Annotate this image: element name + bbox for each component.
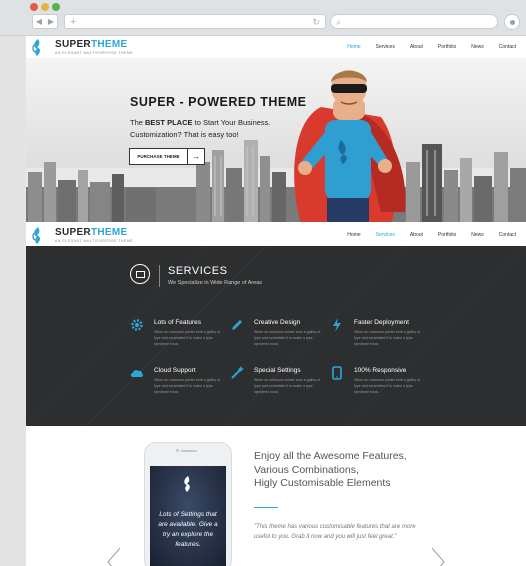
search-bar[interactable]: ⌕ [330, 14, 498, 29]
top-navbar: SUPERTHEME AN ELEGANT MULTIPURPOSE THEME… [26, 36, 526, 58]
services-subtitle: We Specialize in Wide Range of Areas [168, 280, 263, 286]
close-window-button[interactable] [30, 3, 38, 11]
showcase-quote: "This theme has various customisable fea… [254, 524, 416, 540]
logo-text[interactable]: SUPERTHEME [55, 227, 127, 238]
phone-camera [176, 449, 179, 452]
back-arrow-icon[interactable]: ◀ [36, 17, 42, 26]
superhero-kid-image [294, 70, 406, 222]
download-icon[interactable] [504, 14, 520, 30]
logo-icon [184, 476, 190, 492]
feature-description: When an unknown printer took a galley of… [154, 378, 221, 394]
feature-title: Special Settings [254, 367, 301, 374]
main-menu: Home Services About Portfolio News Conta… [332, 42, 516, 52]
purchase-theme-button[interactable]: PURCHASE THEME → [129, 148, 205, 165]
phone-mockup: Lots of Settings that are available. Giv… [144, 442, 232, 566]
cloud-icon [130, 369, 144, 377]
search-icon: ⌕ [336, 17, 342, 27]
arrow-right-icon: → [192, 152, 200, 161]
browser-window: ◀ ▶ + ↻ ⌕ SUPERTHEME AN ELEGANT MULTIPUR… [0, 0, 526, 566]
tablet-icon [332, 366, 342, 380]
history-buttons: ◀ ▶ [32, 14, 58, 29]
feature-description: When an unknown printer took a galley of… [354, 378, 421, 394]
phone-screen: Lots of Settings that are available. Giv… [150, 466, 226, 566]
city-skyline-image [26, 140, 526, 222]
hero-section: SUPER - POWERED THEME The BEST PLACE to … [26, 58, 526, 222]
menu-item-news[interactable]: News [471, 42, 484, 52]
services-section: SERVICES We Specialize in Wide Range of … [26, 246, 526, 426]
menu-item-home[interactable]: Home [347, 42, 360, 52]
phone-speaker [181, 450, 197, 452]
showcase-title: Enjoy all the Awesome Features, Various … [254, 450, 407, 489]
browser-side-shadow [0, 36, 26, 566]
address-bar[interactable]: + ↻ [64, 14, 326, 29]
feature-title: Lots of Features [154, 319, 201, 326]
accent-divider [254, 507, 278, 508]
forward-arrow-icon[interactable]: ▶ [48, 17, 54, 26]
gear-icon [131, 319, 143, 331]
menu-item-about[interactable]: About [410, 230, 423, 240]
window-controls [30, 3, 60, 11]
title-divider [159, 265, 160, 287]
browser-window-icon [130, 264, 150, 284]
feature-title: Faster Deployment [354, 319, 409, 326]
reload-icon[interactable]: ↻ [312, 15, 320, 29]
phone-screen-text: Lots of Settings that are available. Giv… [158, 511, 218, 548]
chevron-left-icon[interactable] [106, 547, 122, 566]
logo-text[interactable]: SUPERTHEME [55, 39, 127, 50]
website-viewport: SUPERTHEME AN ELEGANT MULTIPURPOSE THEME… [26, 36, 526, 566]
services-title: SERVICES [168, 265, 228, 277]
menu-item-contact[interactable]: Contact [499, 230, 516, 240]
maximize-window-button[interactable] [52, 3, 60, 11]
logo-icon[interactable] [31, 39, 43, 56]
minimize-window-button[interactable] [41, 3, 49, 11]
menu-item-portfolio[interactable]: Portfolio [438, 230, 456, 240]
menu-item-portfolio[interactable]: Portfolio [438, 42, 456, 52]
sticky-navbar: SUPERTHEME AN ELEGANT MULTIPURPOSE THEME… [26, 224, 526, 246]
add-icon: + [70, 16, 77, 28]
menu-item-about[interactable]: About [410, 42, 423, 52]
menu-item-services[interactable]: Services [376, 42, 395, 52]
purchase-button-label: PURCHASE THEME [130, 149, 188, 164]
lightning-icon [333, 318, 341, 332]
menu-item-services[interactable]: Services [376, 230, 395, 240]
feature-description: When an unknown printer took a galley of… [154, 330, 221, 346]
pencil-icon [232, 320, 242, 330]
menu-item-news[interactable]: News [471, 230, 484, 240]
logo-tagline: AN ELEGANT MULTIPURPOSE THEME [55, 51, 134, 55]
feature-description: When an unknown printer took a galley of… [354, 330, 421, 346]
menu-item-home[interactable]: Home [347, 230, 360, 240]
browser-toolbar: ◀ ▶ + ↻ ⌕ [0, 0, 526, 36]
chevron-right-icon[interactable] [430, 547, 446, 566]
logo-icon[interactable] [31, 227, 43, 244]
feature-title: Creative Design [254, 319, 301, 326]
feature-title: 100% Responsive [354, 367, 407, 374]
menu-item-contact[interactable]: Contact [499, 42, 516, 52]
logo-tagline: AN ELEGANT MULTIPURPOSE THEME [55, 239, 134, 243]
main-menu: Home Services About Portfolio News Conta… [332, 230, 516, 240]
showcase-section: Lots of Settings that are available. Giv… [26, 427, 526, 566]
feature-title: Cloud Support [154, 367, 196, 374]
feature-description: When an unknown printer took a galley of… [254, 330, 321, 346]
feature-description: When an unknown printer took a galley of… [254, 378, 321, 394]
wand-icon [231, 366, 244, 379]
